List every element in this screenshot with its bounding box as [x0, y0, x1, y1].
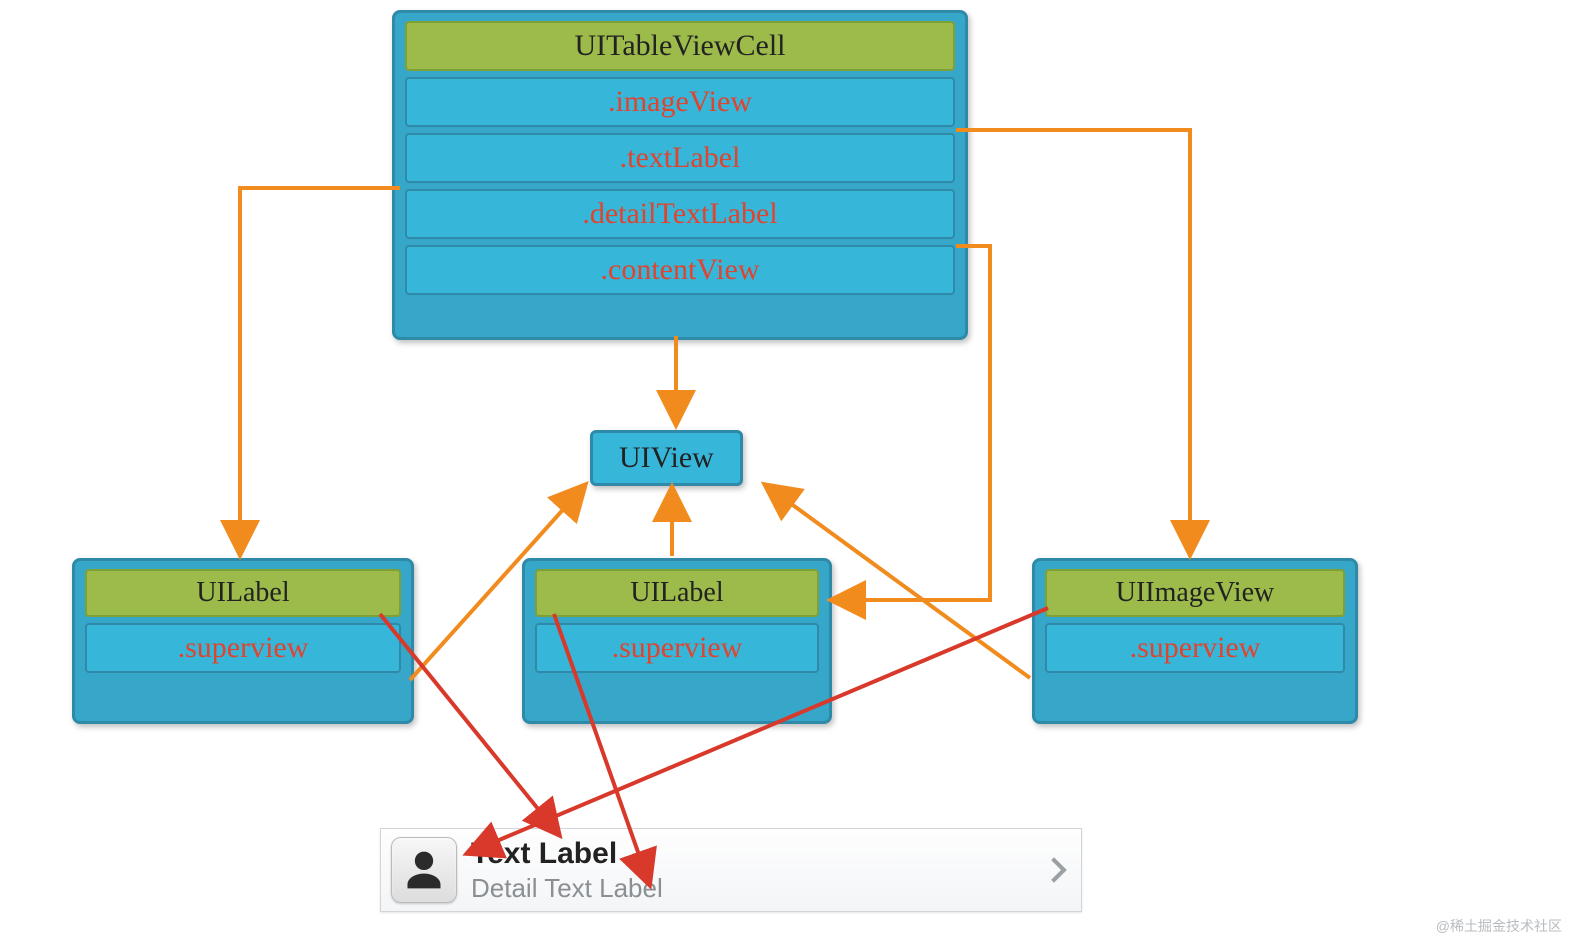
- cell-detail-text-label: Detail Text Label: [471, 873, 663, 904]
- uiimageview-title: UIImageView: [1045, 569, 1345, 617]
- chevron-right-icon: [1045, 857, 1063, 885]
- uilabel-middle-title: UILabel: [535, 569, 819, 617]
- row-detailtextlabel: .detailTextLabel: [405, 189, 955, 239]
- uiview-node: UIView: [590, 430, 743, 486]
- uiview-label: UIView: [619, 441, 714, 474]
- row-textlabel: .textLabel: [405, 133, 955, 183]
- row-imageview: .imageView: [405, 77, 955, 127]
- uilabel-left-box: UILabel .superview: [72, 558, 414, 724]
- watermark-text: @稀土掘金技术社区: [1436, 916, 1562, 936]
- uiimageview-box: UIImageView .superview: [1032, 558, 1358, 724]
- uiimageview-superview: .superview: [1045, 623, 1345, 673]
- diagram-stage: UITableViewCell .imageView .textLabel .d…: [0, 0, 1572, 950]
- uilabel-left-title: UILabel: [85, 569, 401, 617]
- cell-text-label: Text Label: [471, 837, 617, 871]
- avatar-icon: [391, 837, 457, 903]
- uitableviewcell-box: UITableViewCell .imageView .textLabel .d…: [392, 10, 968, 340]
- uilabel-middle-box: UILabel .superview: [522, 558, 832, 724]
- rendered-cell: Text Label Detail Text Label: [380, 828, 1082, 912]
- row-contentview: .contentView: [405, 245, 955, 295]
- uitableviewcell-title: UITableViewCell: [405, 21, 955, 71]
- uilabel-middle-superview: .superview: [535, 623, 819, 673]
- uilabel-left-superview: .superview: [85, 623, 401, 673]
